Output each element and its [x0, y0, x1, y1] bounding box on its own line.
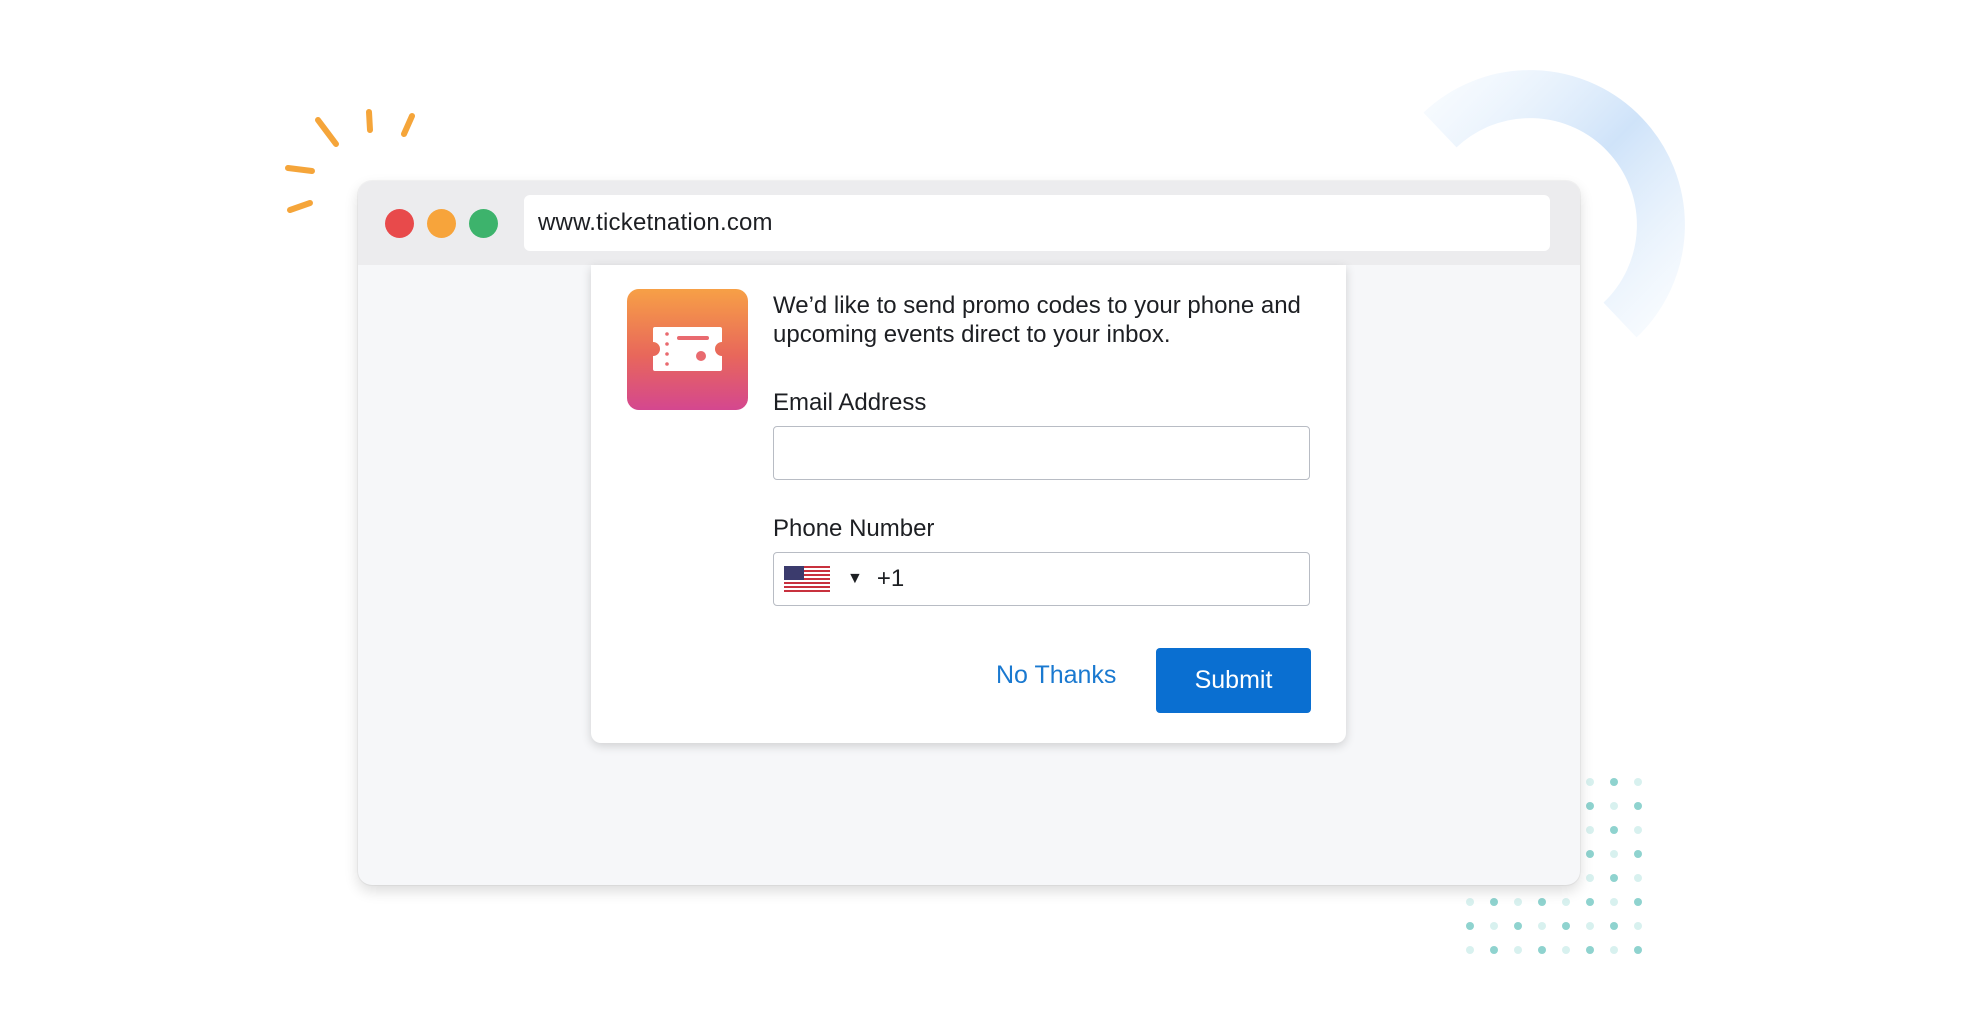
decorative-dot — [1538, 946, 1546, 954]
address-bar[interactable]: www.ticketnation.com — [524, 195, 1550, 251]
decorative-dot — [1538, 898, 1546, 906]
decorative-dot — [1634, 826, 1642, 834]
decorative-dot — [1586, 922, 1594, 930]
decorative-dot — [1586, 850, 1594, 858]
decorative-dot — [1610, 850, 1618, 858]
decorative-dot — [1634, 778, 1642, 786]
decorative-dot — [1610, 802, 1618, 810]
decorative-dot — [1466, 898, 1474, 906]
decorative-dot — [1634, 922, 1642, 930]
ticket-icon — [627, 289, 748, 410]
decorative-dot — [1610, 898, 1618, 906]
no-thanks-link[interactable]: No Thanks — [996, 661, 1116, 690]
decorative-dot — [1538, 922, 1546, 930]
chevron-down-icon[interactable]: ▼ — [847, 570, 863, 588]
decorative-dot — [1610, 826, 1618, 834]
email-label: Email Address — [773, 389, 927, 416]
decorative-dot — [1466, 946, 1474, 954]
decorative-dot — [1586, 946, 1594, 954]
close-window-button[interactable] — [385, 209, 414, 238]
maximize-window-button[interactable] — [469, 209, 498, 238]
decorative-dot — [1514, 898, 1522, 906]
decorative-dot — [1490, 922, 1498, 930]
decorative-dot — [1634, 874, 1642, 882]
decorative-dot — [1562, 922, 1570, 930]
browser-window: www.ticketnation.com We’d like to send p… — [358, 181, 1580, 885]
decorative-dot — [1634, 850, 1642, 858]
decorative-dot — [1610, 778, 1618, 786]
decorative-dot — [1610, 946, 1618, 954]
decorative-dot — [1514, 946, 1522, 954]
browser-titlebar: www.ticketnation.com — [358, 181, 1580, 265]
decorative-dot — [1562, 898, 1570, 906]
decorative-dot — [1634, 898, 1642, 906]
decorative-dot — [1562, 946, 1570, 954]
intro-text: We’d like to send promo codes to your ph… — [773, 292, 1301, 348]
dial-code: +1 — [876, 565, 905, 592]
decorative-dot — [1586, 826, 1594, 834]
decorative-dot — [1490, 898, 1498, 906]
decorative-dot — [1610, 874, 1618, 882]
email-field[interactable] — [773, 426, 1310, 480]
decorative-dot — [1514, 922, 1522, 930]
phone-field[interactable]: ▼ +1 — [773, 552, 1310, 606]
us-flag-icon[interactable] — [784, 566, 830, 592]
decorative-dot — [1586, 898, 1594, 906]
phone-label: Phone Number — [773, 515, 935, 542]
minimize-window-button[interactable] — [427, 209, 456, 238]
decorative-dot — [1586, 874, 1594, 882]
decorative-dot — [1586, 778, 1594, 786]
decorative-dot — [1610, 922, 1618, 930]
decorative-dot — [1490, 946, 1498, 954]
decorative-dot — [1586, 802, 1594, 810]
decorative-dot — [1634, 946, 1642, 954]
submit-button[interactable]: Submit — [1156, 648, 1311, 713]
decorative-dot — [1466, 922, 1474, 930]
signup-modal: We’d like to send promo codes to your ph… — [591, 265, 1346, 743]
stage: www.ticketnation.com We’d like to send p… — [0, 0, 1961, 1030]
url-text: www.ticketnation.com — [538, 209, 773, 236]
decorative-dot — [1634, 802, 1642, 810]
